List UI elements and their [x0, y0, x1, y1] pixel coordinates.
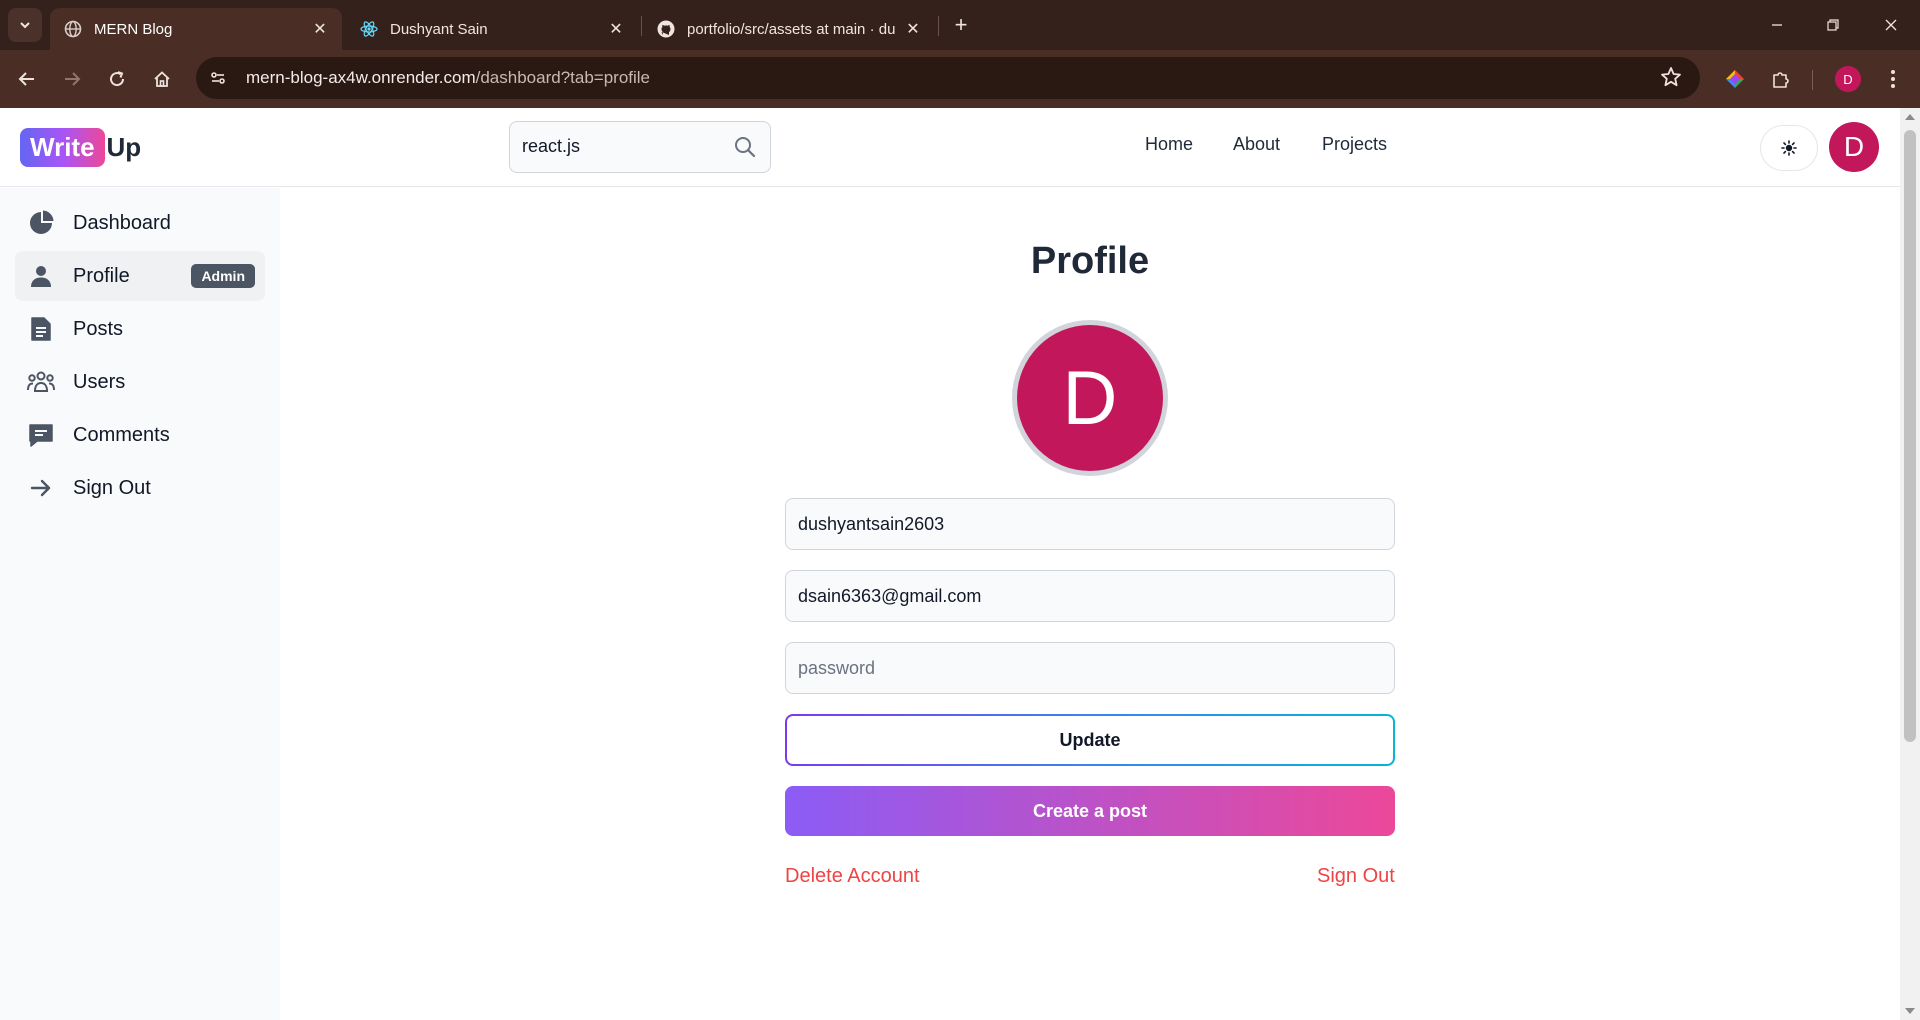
- restore-button[interactable]: [1818, 10, 1848, 40]
- url-host: mern-blog-ax4w.onrender.com: [246, 68, 476, 87]
- browser-profile-avatar[interactable]: D: [1835, 66, 1861, 92]
- email-field[interactable]: [785, 570, 1395, 622]
- password-field[interactable]: [785, 642, 1395, 694]
- delete-account-link[interactable]: Delete Account: [785, 865, 920, 888]
- sidebar-item-posts[interactable]: Posts: [15, 304, 265, 354]
- close-tab-icon[interactable]: ✕: [310, 19, 330, 39]
- logo-badge: Write: [20, 128, 105, 167]
- dashboard-sidebar: Dashboard Profile Admin Posts Users Comm…: [0, 188, 280, 1020]
- reload-icon: [110, 71, 125, 87]
- search-input[interactable]: [522, 136, 722, 157]
- kebab-menu-icon: [1891, 70, 1895, 88]
- color-extension-icon[interactable]: [1718, 62, 1752, 96]
- tab-separator: [938, 16, 939, 36]
- close-tab-icon[interactable]: ✕: [606, 19, 626, 39]
- sidebar-item-label: Comments: [73, 423, 170, 446]
- document-icon: [27, 315, 55, 343]
- nav-link-about[interactable]: About: [1233, 134, 1280, 155]
- sidebar-item-sign-out[interactable]: Sign Out: [15, 463, 265, 513]
- close-icon: [1885, 19, 1897, 31]
- page-viewport: Write Up Home About Projects D Dashboard: [0, 108, 1900, 1020]
- sign-out-link[interactable]: Sign Out: [1317, 865, 1395, 888]
- pie-chart-icon: [27, 209, 55, 237]
- toolbar-divider: [1812, 70, 1813, 90]
- reload-button[interactable]: [100, 62, 134, 96]
- site-info-icon[interactable]: [202, 62, 234, 94]
- logo-text: Up: [106, 132, 142, 162]
- bookmark-star-icon[interactable]: [1660, 66, 1682, 93]
- github-icon: [657, 20, 675, 38]
- browser-tab-bar: MERN Blog ✕ Dushyant Sain ✕ portfolio/sr…: [0, 0, 1920, 50]
- home-icon: [154, 71, 170, 87]
- tab-title: portfolio/src/assets at main · du: [687, 20, 896, 38]
- arrow-right-icon: [27, 474, 55, 502]
- scroll-down-arrow[interactable]: [1905, 1008, 1915, 1014]
- sidebar-item-users[interactable]: Users: [15, 357, 265, 407]
- arrow-right-icon: [65, 72, 81, 86]
- admin-badge: Admin: [191, 264, 255, 288]
- nav-link-home[interactable]: Home: [1145, 134, 1193, 155]
- new-tab-button[interactable]: +: [948, 12, 974, 38]
- users-icon: [27, 368, 55, 396]
- search-box: [509, 121, 771, 173]
- minimize-button[interactable]: [1762, 10, 1792, 40]
- sidebar-item-label: Dashboard: [73, 211, 171, 234]
- nav-link-projects[interactable]: Projects: [1322, 134, 1387, 155]
- update-button-label: Update: [787, 716, 1393, 764]
- username-field[interactable]: [785, 498, 1395, 550]
- url-text[interactable]: mern-blog-ax4w.onrender.com/dashboard?ta…: [246, 68, 650, 88]
- close-tab-icon[interactable]: ✕: [903, 19, 923, 39]
- minimize-icon: [1772, 24, 1782, 26]
- close-window-button[interactable]: [1876, 10, 1906, 40]
- tab-title: Dushyant Sain: [390, 20, 488, 38]
- scroll-up-arrow[interactable]: [1905, 114, 1915, 120]
- profile-avatar-initial: D: [1017, 325, 1163, 471]
- tab-search-button[interactable]: [8, 8, 42, 42]
- url-path: /dashboard?tab=profile: [475, 68, 651, 87]
- tab-title: MERN Blog: [94, 20, 173, 38]
- address-bar[interactable]: mern-blog-ax4w.onrender.com/dashboard?ta…: [196, 57, 1700, 99]
- scrollbar-thumb[interactable]: [1904, 130, 1916, 742]
- arrow-left-icon: [18, 72, 34, 86]
- browser-tab-mern-blog[interactable]: MERN Blog ✕: [50, 8, 342, 50]
- page-scrollbar[interactable]: [1900, 108, 1920, 1020]
- chevron-down-icon: [20, 22, 30, 29]
- back-button[interactable]: [10, 62, 44, 96]
- sun-icon: [1781, 140, 1797, 156]
- browser-tab-github-portfolio[interactable]: portfolio/src/assets at main · du ✕: [643, 8, 935, 50]
- browser-menu-button[interactable]: [1876, 62, 1910, 96]
- sidebar-item-dashboard[interactable]: Dashboard: [15, 198, 265, 248]
- restore-icon: [1827, 19, 1839, 31]
- app-header: Write Up Home About Projects D: [0, 108, 1900, 187]
- user-avatar-button[interactable]: D: [1829, 122, 1879, 172]
- sidebar-item-label: Users: [73, 370, 126, 393]
- comment-icon: [27, 421, 55, 449]
- browser-tab-dushyant-sain[interactable]: Dushyant Sain ✕: [346, 8, 638, 50]
- create-post-button[interactable]: Create a post: [785, 786, 1395, 836]
- sidebar-item-label: Posts: [73, 317, 124, 340]
- theme-toggle-button[interactable]: [1760, 125, 1818, 171]
- forward-button[interactable]: [55, 62, 89, 96]
- update-button[interactable]: Update: [785, 714, 1395, 766]
- react-icon: [360, 20, 378, 38]
- browser-toolbar: mern-blog-ax4w.onrender.com/dashboard?ta…: [0, 50, 1920, 108]
- sidebar-item-label: Profile: [73, 264, 130, 287]
- user-icon: [27, 262, 55, 290]
- site-logo[interactable]: Write Up: [20, 128, 141, 167]
- home-button[interactable]: [145, 62, 179, 96]
- page-title: Profile: [1030, 240, 1150, 282]
- sidebar-item-profile[interactable]: Profile Admin: [15, 251, 265, 301]
- globe-icon: [64, 20, 82, 38]
- search-icon[interactable]: [734, 136, 756, 163]
- profile-avatar[interactable]: D: [1012, 320, 1168, 476]
- extensions-puzzle-icon[interactable]: [1764, 62, 1798, 96]
- sidebar-item-comments[interactable]: Comments: [15, 410, 265, 460]
- tab-separator: [641, 16, 642, 36]
- sidebar-item-label: Sign Out: [73, 476, 151, 499]
